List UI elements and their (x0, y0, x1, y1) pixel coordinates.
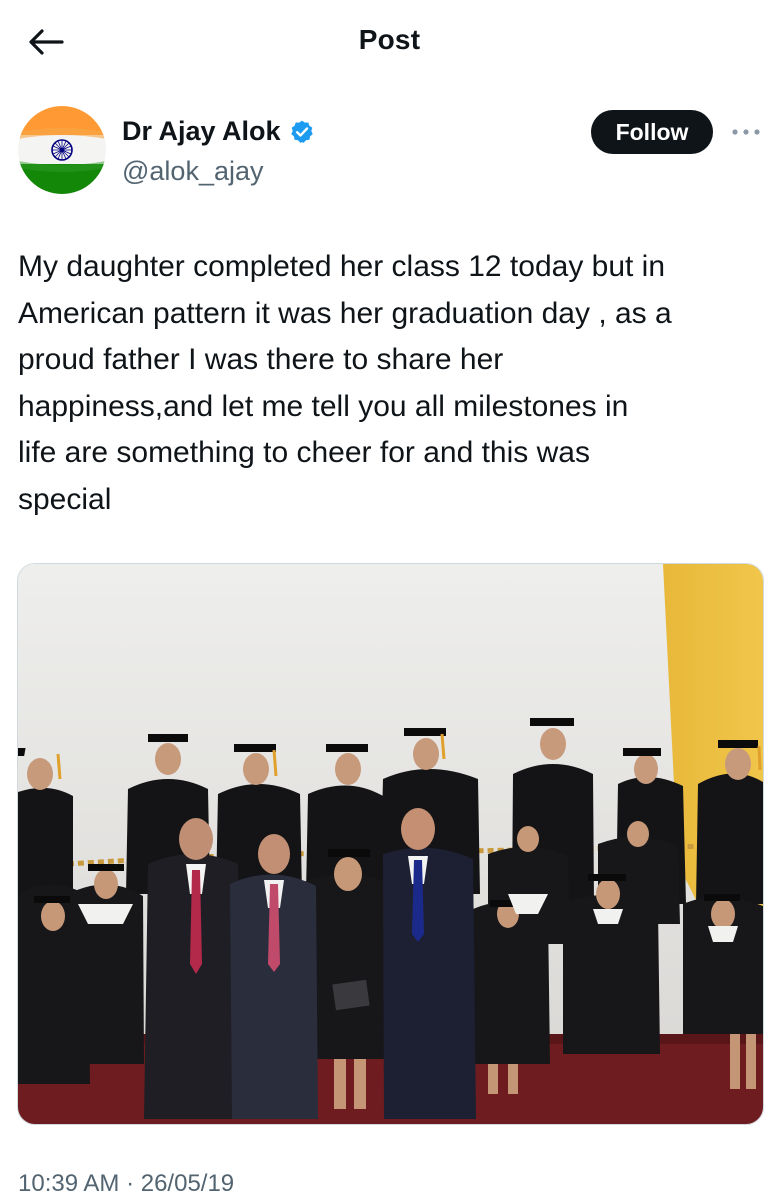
more-options-button[interactable] (728, 118, 764, 146)
avatar[interactable] (18, 106, 106, 194)
author-name-row[interactable]: Dr Ajay Alok (122, 116, 315, 147)
author-handle[interactable]: @alok_ajay (122, 156, 264, 187)
more-dots-icon (732, 129, 760, 135)
author-row: Dr Ajay Alok @alok_ajay Follow (18, 106, 763, 198)
author-name[interactable]: Dr Ajay Alok (122, 116, 281, 147)
top-bar: Post (0, 0, 779, 84)
india-flag-avatar (18, 106, 106, 194)
follow-button[interactable]: Follow (591, 110, 713, 154)
page-title: Post (358, 24, 421, 55)
graduation-group-photo (18, 564, 763, 1124)
tweet-text: My daughter completed her class 12 today… (18, 250, 672, 516)
tweet-photo[interactable] (17, 563, 764, 1125)
verified-badge-icon (289, 119, 315, 145)
tweet-timestamp: 10:39 AM · 26/05/19 (18, 1170, 235, 1197)
